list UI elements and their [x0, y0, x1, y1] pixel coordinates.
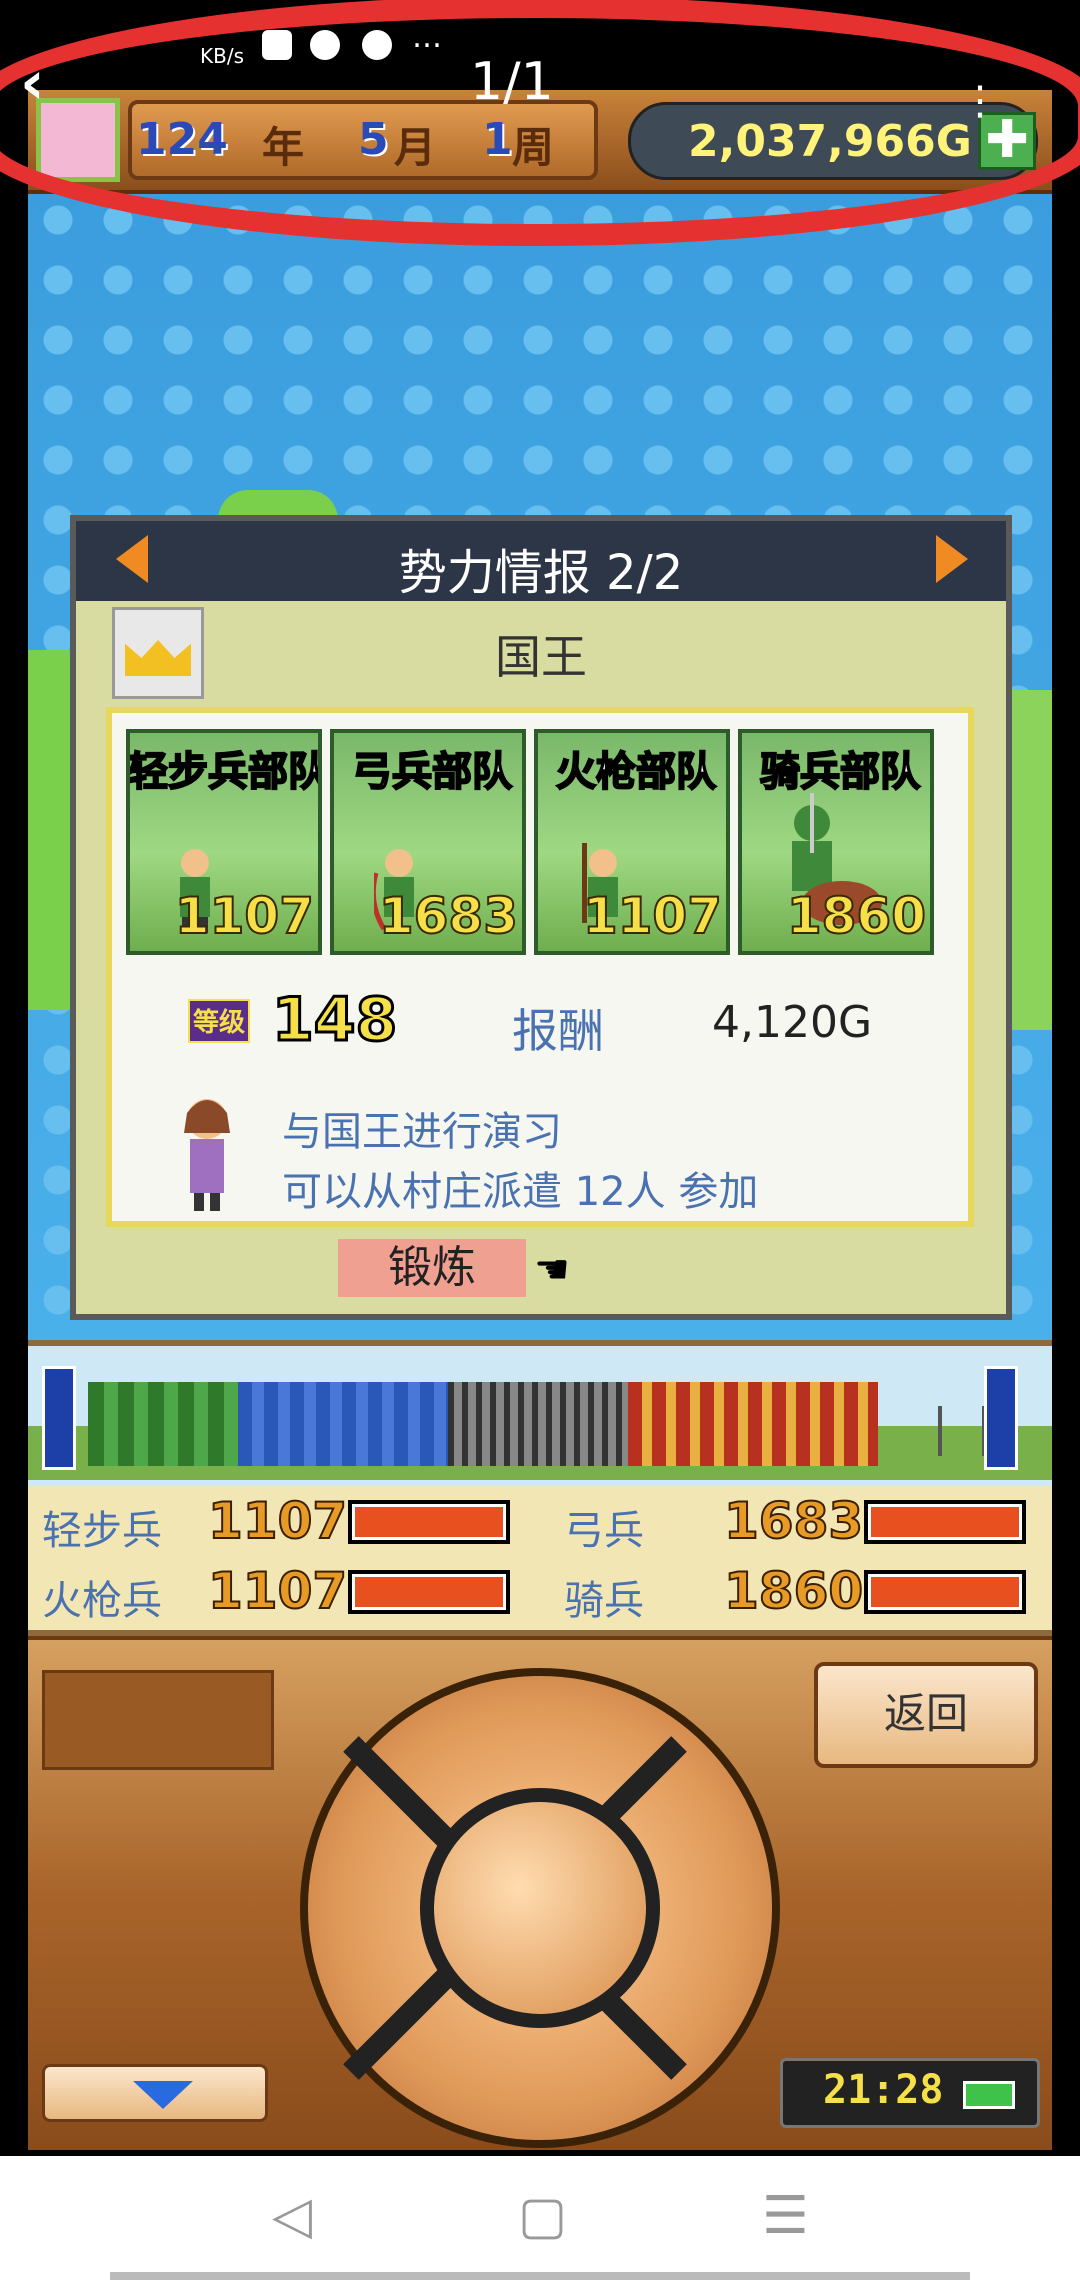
unit-label: 骑兵部队: [759, 748, 921, 796]
stat-bar-musketeer: [348, 1570, 510, 1614]
stat-bar-archer: [864, 1500, 1026, 1544]
faction-details-panel: 轻步兵部队 1107 弓兵部队 1683 火枪部队 1107 骑兵部队 1860…: [106, 707, 974, 1227]
gesture-bar: [110, 2272, 970, 2280]
game-screen: 124 年 5 月 1 周 2,037,966G ✚ 势力情报 2/2 国王 轻…: [28, 90, 1052, 2150]
nav-back-icon[interactable]: ◁: [272, 2186, 312, 2246]
next-page-arrow-icon[interactable]: [936, 535, 968, 583]
dialog-title: 势力情报 2/2: [398, 545, 684, 601]
musketeer-troops: [448, 1382, 628, 1466]
archer-troops: [238, 1382, 448, 1466]
empty-slot: [42, 1670, 274, 1770]
unit-count: 1107: [582, 886, 723, 946]
left-flag-icon: [42, 1366, 76, 1470]
scroll-down-button[interactable]: [42, 2064, 268, 2122]
battery-icon: [963, 2081, 1015, 2109]
right-flag-icon: [984, 1366, 1018, 1470]
stat-label-cavalry: 骑兵: [564, 1578, 644, 1624]
cavalry-troops: [628, 1382, 878, 1466]
directional-pad[interactable]: [300, 1668, 780, 2148]
troop-stats-panel: 轻步兵 1107 弓兵 1683 火枪兵 1107 骑兵 1860: [28, 1486, 1052, 1636]
stat-label-musketeer: 火枪兵: [42, 1578, 162, 1624]
advisor-girl-icon: [184, 1099, 230, 1211]
description-line-1: 与国王进行演习: [282, 1109, 562, 1155]
unit-label: 火枪部队: [555, 748, 717, 796]
stat-value-cavalry: 1860: [723, 1561, 864, 1621]
reward-amount: 4,120G: [712, 997, 873, 1048]
clock-display: 21:28: [780, 2058, 1040, 2128]
stat-label-archer: 弓兵: [564, 1508, 644, 1554]
stat-value-light-infantry: 1107: [207, 1491, 348, 1551]
down-arrow-icon: [133, 2081, 193, 2109]
description-line-2: 可以从村庄派遣 12人 参加: [282, 1169, 759, 1215]
system-nav-bar: ◁ ▢ ☰: [0, 2156, 1080, 2280]
unit-label: 轻步兵部队: [128, 748, 322, 796]
confirm-center-button[interactable]: [420, 1788, 660, 2028]
unit-card-light-infantry: 轻步兵部队 1107: [126, 729, 322, 955]
level-badge: 等级: [188, 999, 250, 1043]
dialog-titlebar: 势力情报 2/2: [76, 521, 1006, 601]
unit-count: 1860: [786, 886, 927, 946]
return-button[interactable]: 返回: [814, 1662, 1038, 1768]
faction-level: 148: [270, 984, 398, 1057]
light-infantry-troops: [88, 1382, 238, 1466]
unit-card-musketeer: 火枪部队 1107: [534, 729, 730, 955]
faction-name: 国王: [495, 630, 587, 684]
stat-bar-cavalry: [864, 1570, 1026, 1614]
nav-menu-icon[interactable]: ☰: [762, 2186, 809, 2246]
controller-panel: 返回 21:28: [28, 1636, 1052, 2150]
stat-bar-light-infantry: [348, 1500, 510, 1544]
unit-card-archer: 弓兵部队 1683: [330, 729, 526, 955]
unit-label: 弓兵部队: [351, 748, 513, 796]
nav-home-icon[interactable]: ▢: [518, 2186, 567, 2246]
red-annotation-circle: [0, 0, 1080, 246]
target-stand-icon: [938, 1406, 986, 1456]
faction-info-dialog: 势力情报 2/2 国王 轻步兵部队 1107 弓兵部队 1683 火枪部队 11…: [70, 515, 1012, 1320]
unit-count: 1107: [174, 886, 315, 946]
train-button[interactable]: 锻炼: [338, 1239, 526, 1297]
stat-value-musketeer: 1107: [207, 1561, 348, 1621]
reward-label: 报酬: [512, 1004, 604, 1058]
army-formation-strip: [28, 1340, 1052, 1492]
unit-count: 1683: [378, 886, 519, 946]
clock-time: 21:28: [823, 2067, 944, 2113]
unit-card-cavalry: 骑兵部队 1860: [738, 729, 934, 955]
stat-value-archer: 1683: [723, 1491, 864, 1551]
stat-label-light-infantry: 轻步兵: [42, 1508, 162, 1554]
pointing-hand-icon: ☚: [534, 1247, 570, 1293]
